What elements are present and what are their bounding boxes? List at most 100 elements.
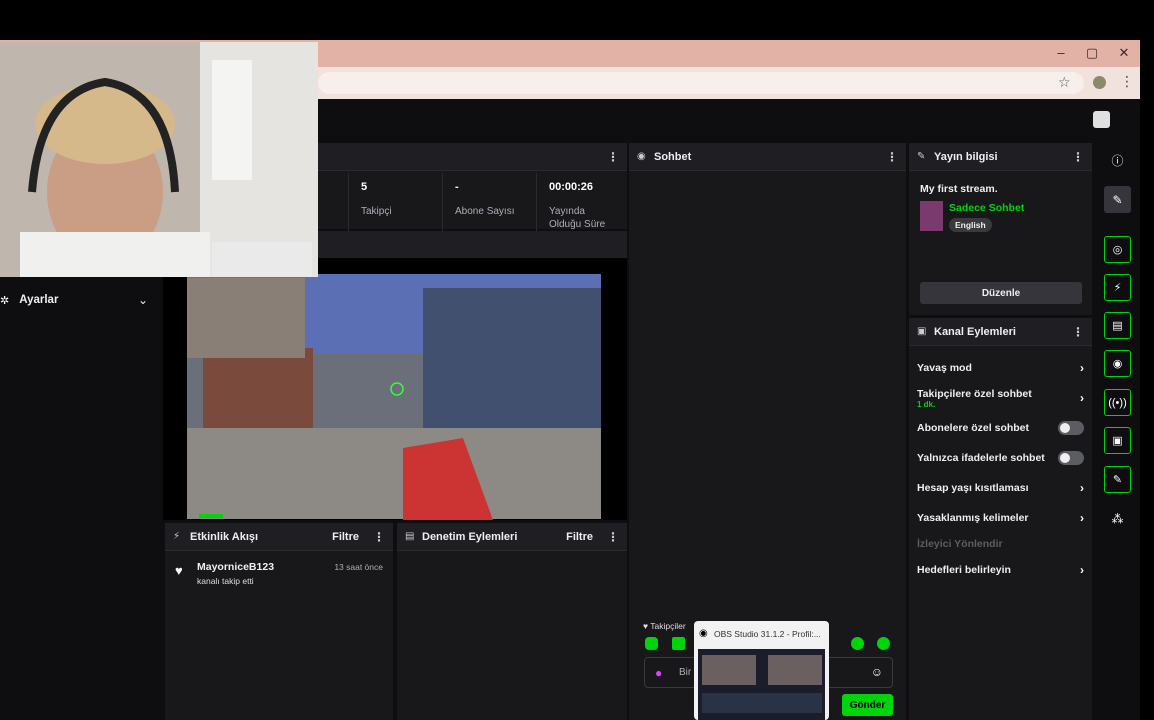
- emote-icon[interactable]: [672, 637, 685, 650]
- taskbar-preview-title: OBS Studio 31.1.2 - Profil:...: [714, 629, 821, 639]
- camera-widget-icon[interactable]: ◎: [1104, 236, 1131, 263]
- kick-logo-icon[interactable]: [1093, 111, 1110, 128]
- chat-header: ◉ Sohbet ⋮: [629, 143, 906, 171]
- stream-info-menu-icon[interactable]: ⋮: [1072, 150, 1084, 164]
- action-label: Hedefleri belirleyin: [917, 564, 1011, 576]
- stream-title: My first stream.: [920, 183, 998, 195]
- moderation-filter-button[interactable]: Filtre: [566, 531, 593, 543]
- edit-stream-button[interactable]: Düzenle: [920, 282, 1082, 304]
- stat-followers: 5 Takipçi: [348, 173, 442, 231]
- gear-icon: ✲: [0, 294, 10, 307]
- event-action: kanalı takip etti: [197, 576, 254, 586]
- heart-icon: ♥: [175, 563, 183, 578]
- activity-feed-title: Etkinlik Akışı: [190, 530, 259, 543]
- emote-icon[interactable]: [877, 637, 890, 650]
- chat-title: Sohbet: [654, 150, 692, 163]
- action-text: Takipçilere özel sohbet 1 dk.: [917, 388, 1080, 409]
- chat-menu-icon[interactable]: ⋮: [886, 150, 898, 164]
- subscribers-only-toggle[interactable]: [1058, 421, 1084, 435]
- thumbnail-mixer: [702, 693, 822, 713]
- settings-label: Ayarlar: [19, 294, 59, 306]
- action-label: Abonelere özel sohbet: [917, 422, 1030, 434]
- stats-menu-icon[interactable]: ⋮: [607, 150, 619, 164]
- moderation-header: ▤ Denetim Eylemleri Filtre ⋮: [397, 523, 627, 551]
- activity-filter-button[interactable]: Filtre: [332, 531, 359, 543]
- wrench-widget-icon[interactable]: ✎: [1104, 466, 1131, 493]
- action-slow-mode[interactable]: Yavaş mod ›: [909, 355, 1092, 381]
- browser-menu-icon[interactable]: ⋮: [1120, 73, 1134, 90]
- action-emote-only[interactable]: Yalnızca ifadelerle sohbet: [909, 445, 1092, 471]
- emote-icon[interactable]: [645, 637, 658, 650]
- emote-only-toggle[interactable]: [1058, 451, 1084, 465]
- chevron-right-icon: ›: [1080, 511, 1084, 525]
- emote-icon[interactable]: [851, 637, 864, 650]
- action-label: Yalnızca ifadelerle sohbet: [917, 452, 1045, 464]
- action-sub-value: 1 dk.: [917, 399, 936, 409]
- chat-widget-icon[interactable]: ◉: [1104, 350, 1131, 377]
- address-bar[interactable]: [318, 72, 1084, 94]
- pencil-icon[interactable]: ✎: [1104, 186, 1131, 213]
- thumbnail-program: [768, 655, 822, 685]
- wrench-icon: ✎: [917, 151, 926, 162]
- followers-emote-label: ♥ Takipçiler: [643, 621, 686, 631]
- more-widgets-icon[interactable]: ⁂: [1104, 505, 1131, 532]
- left-sidebar: ✲ Ayarlar ⌄: [0, 278, 160, 720]
- emoji-icon[interactable]: ☺: [871, 665, 883, 679]
- activity-menu-icon[interactable]: ⋮: [373, 530, 385, 544]
- stat-uptime: 00:00:26 Yayında Olduğu Süre: [536, 173, 627, 231]
- taskbar-preview[interactable]: ◉ OBS Studio 31.1.2 - Profil:...: [694, 621, 829, 720]
- stream-preview[interactable]: [163, 258, 627, 520]
- channel-widget-icon[interactable]: ▣: [1104, 427, 1131, 454]
- webcam-image: [0, 42, 318, 277]
- stat-label: Abone Sayısı: [455, 206, 515, 217]
- preview-header: [318, 231, 627, 258]
- stream-video-frame: [187, 274, 601, 520]
- restore-icon[interactable]: ▢: [1085, 45, 1099, 61]
- document-widget-icon[interactable]: ▤: [1104, 312, 1131, 339]
- action-label: Takipçilere özel sohbet: [917, 387, 1032, 400]
- send-button[interactable]: Gönder: [842, 694, 893, 716]
- info-icon[interactable]: ⓘ: [1104, 147, 1131, 174]
- action-banned-words[interactable]: Yasaklanmış kelimeler ›: [909, 505, 1092, 531]
- category-name[interactable]: Sadece Sohbet: [949, 202, 1024, 214]
- close-icon[interactable]: ✕: [1117, 45, 1131, 61]
- chat-input-placeholder: Bir: [679, 667, 692, 678]
- action-account-age[interactable]: Hesap yaşı kısıtlaması ›: [909, 475, 1092, 501]
- lightning-icon: ⚡: [173, 531, 181, 542]
- event-user: MayorniceB123: [197, 561, 275, 573]
- event-time: 13 saat önce: [334, 562, 383, 572]
- stat-value: 00:00:26: [549, 181, 594, 193]
- webcam-overlay: [0, 42, 318, 277]
- lightning-widget-icon[interactable]: ⚡: [1104, 274, 1131, 301]
- action-followers-only[interactable]: Takipçilere özel sohbet 1 dk. ›: [909, 384, 1092, 412]
- chevron-right-icon: ›: [1080, 481, 1084, 495]
- chevron-down-icon: ⌄: [137, 293, 148, 307]
- channel-actions-menu-icon[interactable]: ⋮: [1072, 325, 1084, 339]
- channel-actions-header: ▣ Kanal Eylemleri ⋮: [909, 318, 1092, 346]
- channel-actions-panel: ▣ Kanal Eylemleri ⋮ Yavaş mod › Takipçil…: [909, 318, 1092, 720]
- action-subscribers-only[interactable]: Abonelere özel sohbet: [909, 415, 1092, 441]
- broadcast-widget-icon[interactable]: ((•)): [1104, 389, 1131, 416]
- stream-info-header: ✎ Yayın bilgisi ⋮: [909, 143, 1092, 171]
- moderation-menu-icon[interactable]: ⋮: [607, 530, 619, 544]
- taskbar-preview-thumbnail: [698, 649, 825, 720]
- activity-feed-header: ⚡ Etkinlik Akışı Filtre ⋮: [165, 523, 393, 551]
- stat-value: -: [455, 181, 459, 193]
- stat-subscribers: - Abone Sayısı: [442, 173, 536, 231]
- list-item[interactable]: ♥ MayorniceB123 13 saat önce kanalı taki…: [165, 559, 393, 591]
- channel-actions-title: Kanal Eylemleri: [934, 325, 1016, 338]
- action-label: Yasaklanmış kelimeler: [917, 512, 1029, 524]
- action-label: Hesap yaşı kısıtlaması: [917, 482, 1029, 494]
- bookmark-star-icon[interactable]: ☆: [1058, 74, 1071, 91]
- microphone-icon[interactable]: ●: [655, 666, 662, 680]
- action-goals[interactable]: Hedefleri belirleyin ›: [909, 557, 1092, 583]
- settings-toggle[interactable]: ✲ Ayarlar ⌄: [0, 292, 160, 308]
- obs-icon: ◉: [699, 628, 708, 639]
- action-label: İzleyici Yönlendir: [917, 538, 1003, 550]
- followers-label: Takipçiler: [650, 621, 686, 631]
- chevron-right-icon: ›: [1080, 563, 1084, 577]
- stat-label: Yayında Olduğu Süre: [549, 206, 606, 230]
- profile-avatar[interactable]: [1093, 76, 1106, 89]
- chevron-right-icon: ›: [1080, 361, 1084, 375]
- minimize-icon[interactable]: –: [1054, 45, 1068, 60]
